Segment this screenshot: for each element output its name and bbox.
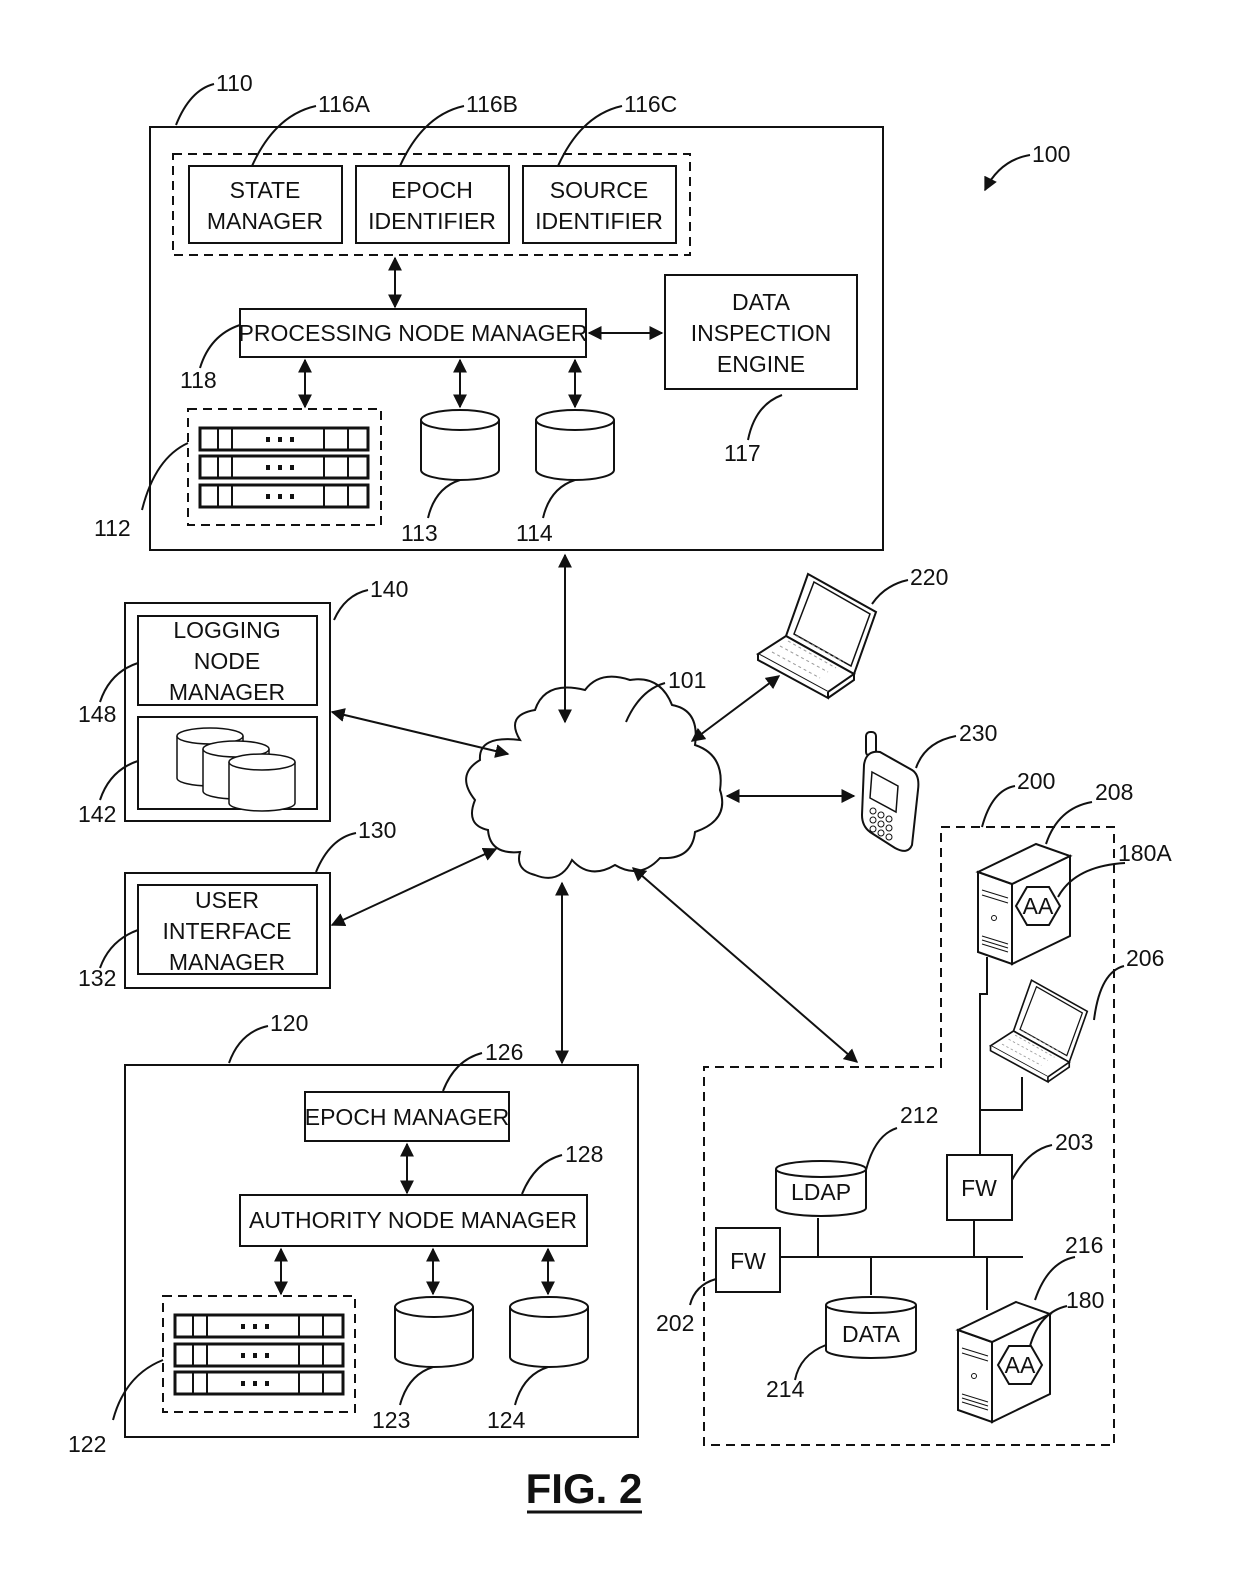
state-manager-label-line2: MANAGER — [207, 208, 323, 234]
database-icon — [394, 1296, 474, 1368]
ldap-label: LDAP — [791, 1179, 851, 1205]
inspection-engine-label-line1: DATA — [732, 289, 791, 315]
laptop-icon — [989, 979, 1089, 1083]
ref-label: 140 — [370, 576, 408, 602]
epoch-manager-label: EPOCH MANAGER — [305, 1104, 509, 1130]
ref-label: 120 — [270, 1010, 308, 1036]
ref-label: 122 — [68, 1431, 106, 1457]
database-icon — [535, 409, 615, 481]
inspection-engine-label-line3: ENGINE — [717, 351, 805, 377]
logging-manager-label-line3: MANAGER — [169, 679, 285, 705]
ref-label: 117 — [724, 440, 761, 466]
ref-label: 112 — [94, 515, 131, 541]
ref-label: 124 — [487, 1407, 526, 1433]
ref-label: 230 — [959, 720, 997, 746]
enterprise-network-200: 200 208 AA 180A 206 FW 203 FW 202 LDAP 2… — [656, 768, 1172, 1446]
ref-label: 116C — [624, 91, 677, 117]
firewall-label: FW — [730, 1248, 766, 1274]
inspection-engine-label-line2: INSPECTION — [691, 320, 832, 346]
ref-label: 116B — [466, 91, 518, 117]
system-diagram: 110 STATE MANAGER 116A EPOCH IDENTIFIER … — [68, 70, 1172, 1514]
system-ref-arrow — [984, 154, 1031, 192]
connector-arrow — [330, 847, 498, 927]
ref-label: 206 — [1126, 945, 1164, 971]
ref-label: 116A — [318, 91, 371, 117]
ref-label: 220 — [910, 564, 948, 590]
source-identifier-label-line1: SOURCE — [550, 177, 648, 203]
figure-title: FIG. 2 — [526, 1465, 643, 1512]
database-icon — [420, 409, 500, 481]
authority-manager-label: AUTHORITY NODE MANAGER — [249, 1207, 577, 1233]
epoch-identifier-label-line2: IDENTIFIER — [368, 208, 496, 234]
mobile-phone-icon — [860, 731, 920, 852]
ref-label: 123 — [372, 1407, 410, 1433]
processing-node-110: 110 STATE MANAGER 116A EPOCH IDENTIFIER … — [94, 70, 884, 551]
ref-label: 200 — [1017, 768, 1055, 794]
authority-node-120: 120 EPOCH MANAGER 126 AUTHORITY NODE MAN… — [68, 1010, 639, 1457]
network-link — [980, 1077, 1023, 1111]
ldap-database: LDAP — [775, 1160, 867, 1217]
ref-label: 208 — [1095, 779, 1133, 805]
source-identifier-label-line2: IDENTIFIER — [535, 208, 663, 234]
server-rack-icon — [173, 1342, 345, 1368]
agent-label: AA — [1005, 1352, 1036, 1378]
ui-node-130: 130 USER INTERFACE MANAGER 132 — [78, 817, 396, 991]
server-rack-icon — [173, 1370, 345, 1396]
ref-label: 214 — [766, 1376, 805, 1402]
ref-label: 110 — [216, 70, 253, 96]
processing-node-manager-label: PROCESSING NODE MANAGER — [239, 320, 588, 346]
state-manager-label-line1: STATE — [230, 177, 301, 203]
ref-label: 132 — [78, 965, 116, 991]
ref-label: 126 — [485, 1039, 523, 1065]
epoch-identifier-label-line1: EPOCH — [391, 177, 473, 203]
phone-230: 230 — [860, 720, 997, 852]
network-cloud: 101 — [465, 667, 724, 879]
logging-manager-label-line2: NODE — [194, 648, 260, 674]
network-link — [979, 957, 988, 1155]
system-ref-label: 100 — [1032, 141, 1070, 167]
connector-arrow — [330, 708, 510, 758]
server-rack-icon — [173, 1313, 345, 1339]
server-rack-icon — [198, 454, 370, 480]
ref-label: 128 — [565, 1141, 603, 1167]
ref-label: 216 — [1065, 1232, 1103, 1258]
data-database: DATA — [825, 1296, 917, 1359]
database-icon — [509, 1296, 589, 1368]
ref-label: 148 — [78, 701, 116, 727]
ui-manager-label-line2: INTERFACE — [162, 918, 291, 944]
ref-label: 113 — [401, 520, 438, 546]
ref-label: 118 — [180, 367, 217, 393]
ref-label: 101 — [668, 667, 706, 693]
data-label: DATA — [842, 1321, 901, 1347]
logging-node-140: 140 LOGGING NODE MANAGER 148 142 — [78, 576, 408, 827]
firewall-label: FW — [961, 1175, 997, 1201]
ref-label: 180A — [1118, 840, 1172, 866]
agent-label: AA — [1023, 893, 1054, 919]
ui-manager-label-line3: MANAGER — [169, 949, 285, 975]
ref-label: 180 — [1066, 1287, 1104, 1313]
ref-label: 203 — [1055, 1129, 1093, 1155]
logging-manager-label-line1: LOGGING — [173, 617, 280, 643]
agent-badge-180: AA — [997, 1345, 1043, 1385]
ref-label: 142 — [78, 801, 116, 827]
ref-label: 212 — [900, 1102, 938, 1128]
connector-arrow — [631, 867, 859, 1063]
agent-badge-180a: AA — [1015, 886, 1061, 926]
server-rack-icon — [198, 426, 370, 452]
cloud-icon — [465, 675, 724, 879]
ui-manager-label-line1: USER — [195, 887, 259, 913]
ref-label: 130 — [358, 817, 396, 843]
ref-label: 202 — [656, 1310, 694, 1336]
laptop-220: 220 — [757, 564, 948, 699]
server-rack-icon — [198, 483, 370, 509]
ref-label: 114 — [516, 520, 553, 546]
